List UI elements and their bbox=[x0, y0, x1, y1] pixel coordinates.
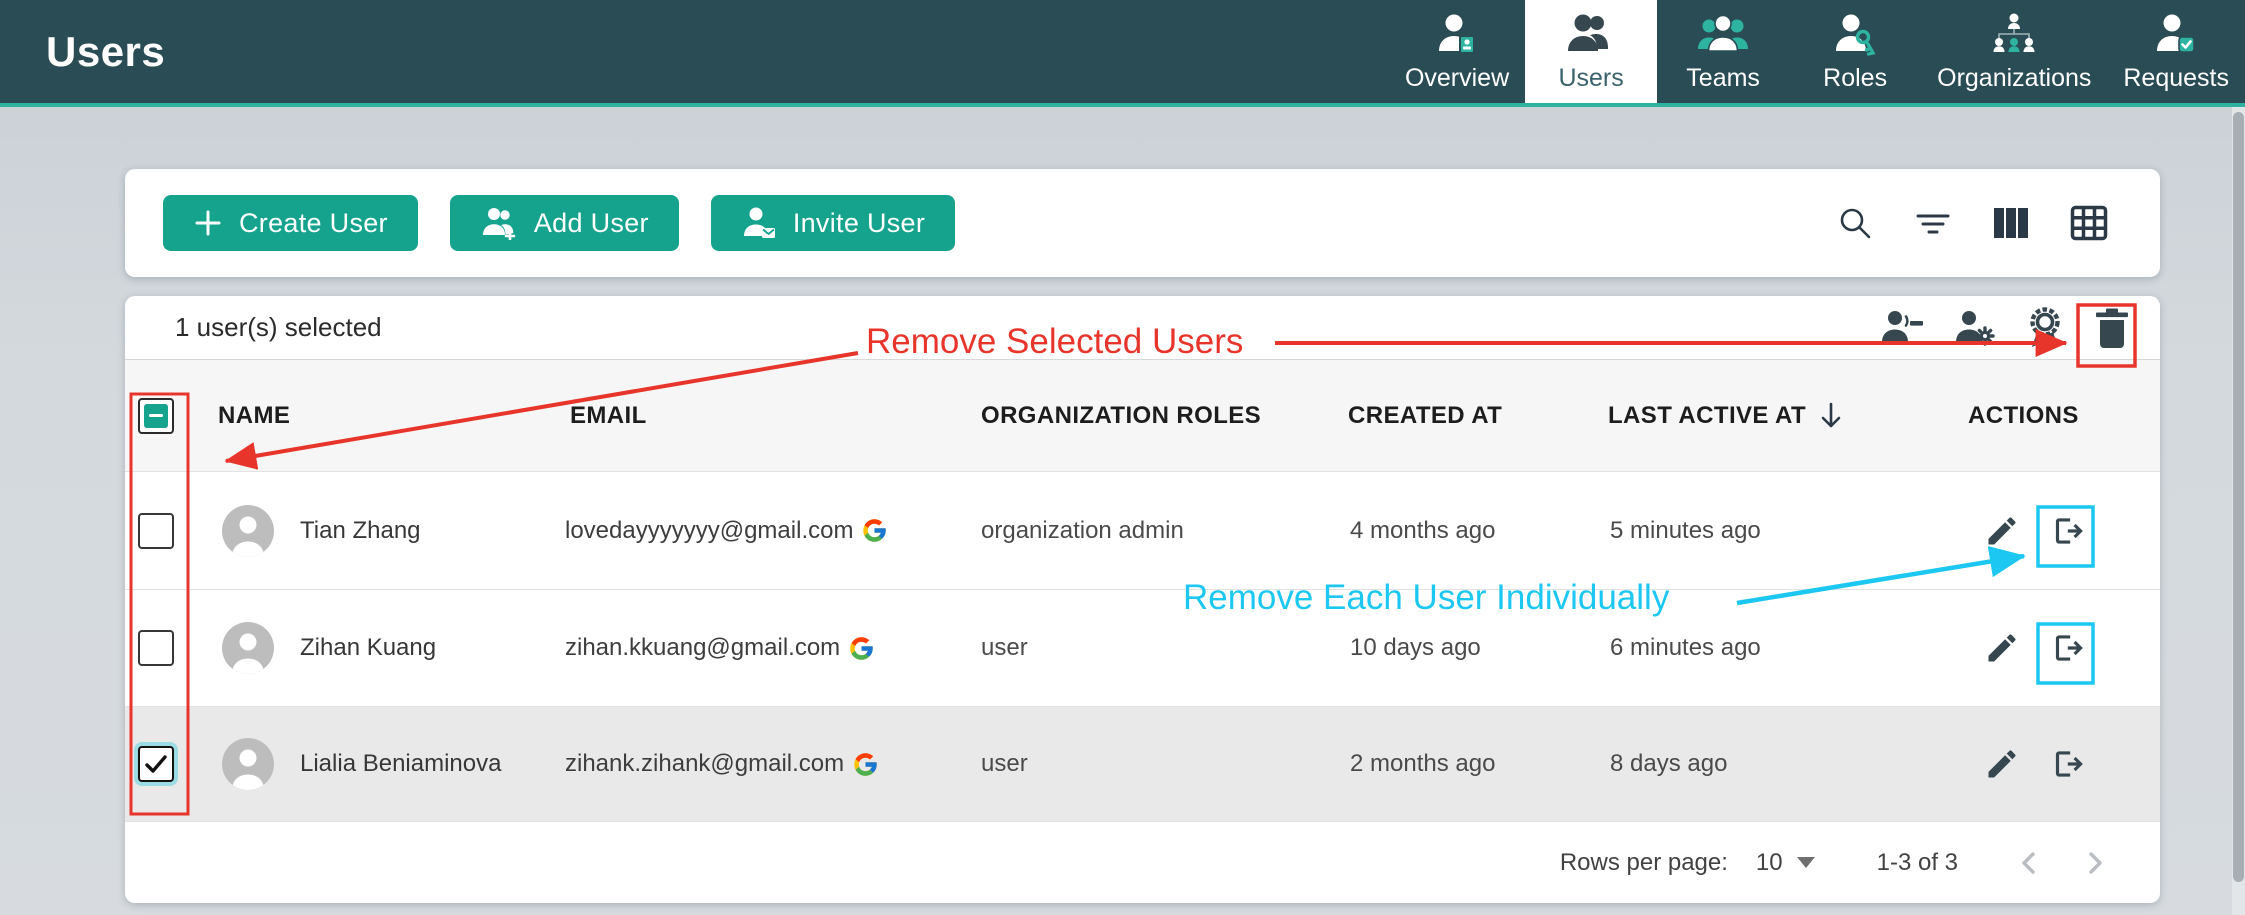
tab-label: Teams bbox=[1686, 64, 1760, 93]
column-header-last-active[interactable]: LAST ACTIVE AT bbox=[1600, 401, 1960, 431]
avatar bbox=[222, 738, 274, 790]
remove-user-icon[interactable] bbox=[2048, 512, 2086, 550]
invite-user-button[interactable]: Invite User bbox=[711, 195, 955, 251]
google-icon bbox=[848, 635, 875, 662]
page-title: Users bbox=[46, 28, 165, 76]
tab-users[interactable]: Users bbox=[1525, 0, 1657, 103]
table-row: Zihan Kuang zihan.kkuang@gmail.com user … bbox=[125, 590, 2160, 707]
table-footer: Rows per page: 10 1-3 of 3 bbox=[125, 822, 2160, 903]
tab-roles[interactable]: Roles bbox=[1789, 0, 1921, 103]
created-at: 4 months ago bbox=[1340, 517, 1600, 545]
plus-icon bbox=[193, 208, 223, 238]
tab-organizations[interactable]: Organizations bbox=[1921, 0, 2107, 103]
award-icon[interactable] bbox=[2024, 306, 2066, 350]
button-label: Create User bbox=[239, 208, 388, 239]
tab-label: Overview bbox=[1405, 64, 1509, 93]
user-email: zihan.kkuang@gmail.com bbox=[565, 634, 840, 662]
remove-user-icon[interactable] bbox=[2048, 745, 2086, 783]
tab-requests[interactable]: Requests bbox=[2107, 0, 2245, 103]
google-icon bbox=[861, 517, 888, 544]
org-role: organization admin bbox=[975, 517, 1340, 545]
user-name: Tian Zhang bbox=[300, 517, 421, 545]
selection-bar: 1 user(s) selected bbox=[125, 296, 2160, 360]
avatar bbox=[222, 505, 274, 557]
table-header-row: NAME EMAIL ORGANIZATION ROLES CREATED AT… bbox=[125, 360, 2160, 472]
org-role: user bbox=[975, 634, 1340, 662]
org-role: user bbox=[975, 750, 1340, 778]
row-checkbox[interactable] bbox=[138, 630, 174, 666]
next-page-button[interactable] bbox=[2082, 847, 2108, 879]
tab-overview[interactable]: Overview bbox=[1389, 0, 1525, 103]
tab-teams[interactable]: Teams bbox=[1657, 0, 1789, 103]
edit-icon[interactable] bbox=[1984, 746, 2020, 782]
table-row: Lialia Beniaminova zihank.zihank@gmail.c… bbox=[125, 707, 2160, 822]
rows-per-page-value: 10 bbox=[1756, 849, 1783, 877]
top-nav: Overview Users Teams Roles bbox=[1389, 0, 2245, 103]
org-chart-icon bbox=[1989, 11, 2039, 57]
person-add-icon bbox=[480, 206, 518, 240]
column-header-org-roles[interactable]: ORGANIZATION ROLES bbox=[975, 402, 1340, 430]
select-all-checkbox[interactable] bbox=[138, 398, 174, 434]
google-icon bbox=[852, 751, 879, 778]
users-table-card: 1 user(s) selected NAME bbox=[125, 296, 2160, 903]
tab-label: Requests bbox=[2123, 64, 2229, 93]
remove-user-icon[interactable] bbox=[2048, 629, 2086, 667]
edit-icon[interactable] bbox=[1984, 513, 2020, 549]
row-checkbox[interactable] bbox=[138, 746, 174, 782]
user-email: lovedayyyyyyy@gmail.com bbox=[565, 517, 853, 545]
selection-actions bbox=[1880, 306, 2132, 350]
tab-label: Roles bbox=[1823, 64, 1887, 93]
button-label: Invite User bbox=[793, 208, 925, 239]
person-remove-icon[interactable] bbox=[1880, 308, 1926, 348]
person-badge-icon bbox=[1434, 11, 1480, 57]
user-email: zihank.zihank@gmail.com bbox=[565, 750, 844, 778]
user-name: Zihan Kuang bbox=[300, 634, 436, 662]
rows-per-page-select[interactable]: 10 bbox=[1756, 849, 1815, 877]
avatar bbox=[222, 622, 274, 674]
team-icon bbox=[1698, 11, 1748, 57]
sort-desc-icon[interactable] bbox=[1818, 401, 1844, 431]
person-invite-icon bbox=[741, 206, 777, 240]
page-range-label: 1-3 of 3 bbox=[1877, 849, 1958, 877]
selection-count-text: 1 user(s) selected bbox=[175, 312, 382, 343]
column-header-created-at[interactable]: CREATED AT bbox=[1340, 402, 1600, 430]
chevron-down-icon bbox=[1797, 857, 1815, 868]
last-active-at: 5 minutes ago bbox=[1600, 517, 1960, 545]
people-icon bbox=[1567, 11, 1615, 57]
search-icon[interactable] bbox=[1836, 204, 1874, 242]
add-user-button[interactable]: Add User bbox=[450, 195, 679, 251]
toolbar: Create User Add User Invite User bbox=[125, 169, 2160, 277]
filter-icon[interactable] bbox=[1914, 204, 1952, 242]
columns-icon[interactable] bbox=[1992, 205, 2030, 241]
person-settings-icon[interactable] bbox=[1952, 308, 1998, 348]
delete-icon[interactable] bbox=[2092, 306, 2132, 350]
tab-label: Organizations bbox=[1937, 64, 2091, 93]
app-header: Users Overview Users Teams bbox=[0, 0, 2245, 107]
created-at: 10 days ago bbox=[1340, 634, 1600, 662]
column-header-label: LAST ACTIVE AT bbox=[1608, 402, 1806, 430]
user-name: Lialia Beniaminova bbox=[300, 750, 501, 778]
column-header-name[interactable]: NAME bbox=[187, 402, 555, 430]
column-header-actions: ACTIONS bbox=[1960, 402, 2160, 430]
prev-page-button[interactable] bbox=[2016, 847, 2042, 879]
row-checkbox[interactable] bbox=[138, 513, 174, 549]
grid-icon[interactable] bbox=[2070, 205, 2108, 241]
last-active-at: 8 days ago bbox=[1600, 750, 1960, 778]
rows-per-page-label: Rows per page: bbox=[1560, 849, 1728, 877]
tab-label: Users bbox=[1558, 64, 1623, 93]
column-header-email[interactable]: EMAIL bbox=[555, 402, 975, 430]
page: Users Overview Users Teams bbox=[0, 0, 2245, 915]
create-user-button[interactable]: Create User bbox=[163, 195, 418, 251]
toolbar-right-icons bbox=[1836, 204, 2122, 242]
person-key-icon bbox=[1832, 11, 1878, 57]
table-row: Tian Zhang lovedayyyyyyy@gmail.com organ… bbox=[125, 472, 2160, 590]
person-check-icon bbox=[2153, 11, 2199, 57]
last-active-at: 6 minutes ago bbox=[1600, 634, 1960, 662]
created-at: 2 months ago bbox=[1340, 750, 1600, 778]
scrollbar-thumb[interactable] bbox=[2233, 112, 2244, 882]
edit-icon[interactable] bbox=[1984, 630, 2020, 666]
button-label: Add User bbox=[534, 208, 649, 239]
